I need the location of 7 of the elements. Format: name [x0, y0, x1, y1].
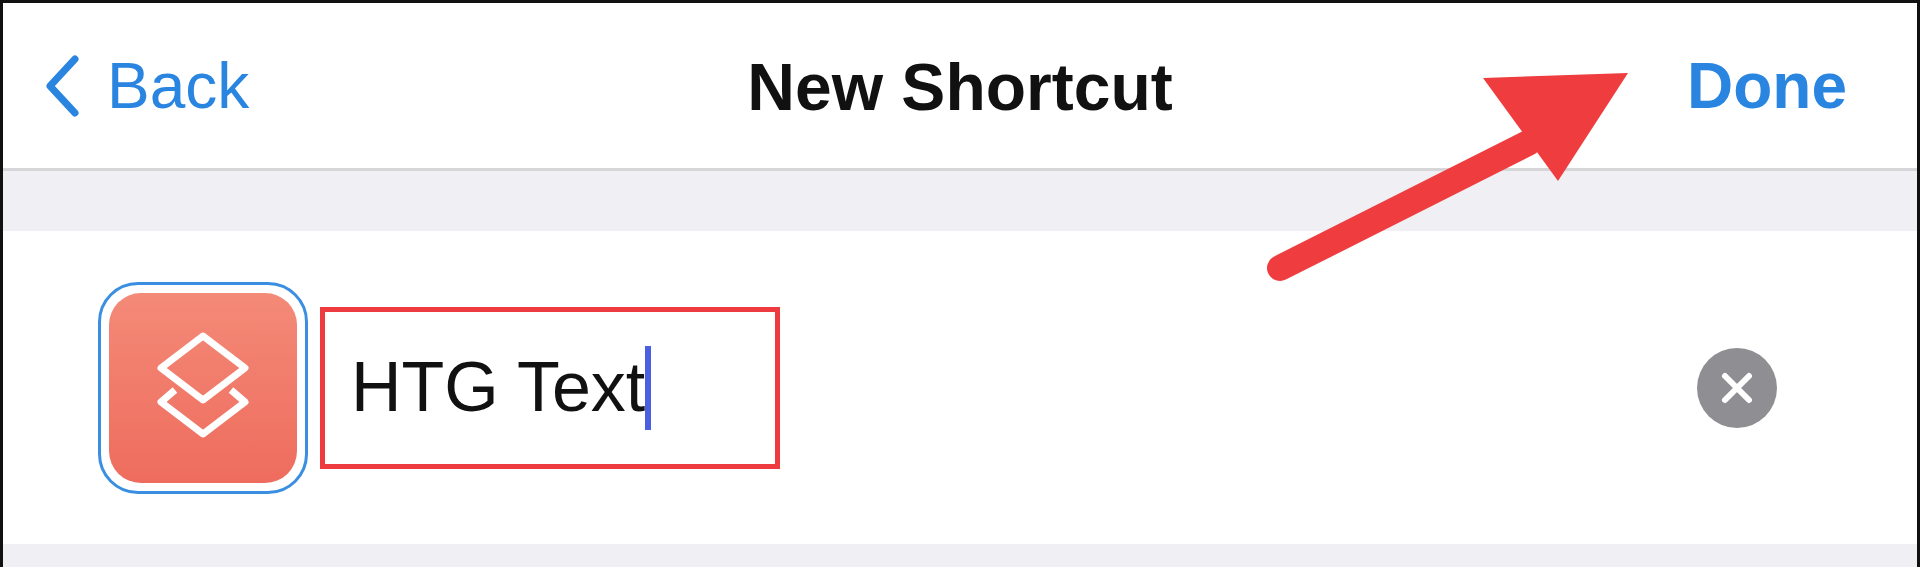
done-button[interactable]: Done [1687, 37, 1847, 134]
screen-title: New Shortcut [747, 48, 1173, 126]
close-icon [1720, 370, 1754, 405]
name-field[interactable]: HTG Text [320, 306, 780, 469]
chevron-left-icon [45, 54, 79, 117]
shortcut-icon-button[interactable] [98, 281, 308, 494]
back-button[interactable]: Back [45, 37, 250, 134]
